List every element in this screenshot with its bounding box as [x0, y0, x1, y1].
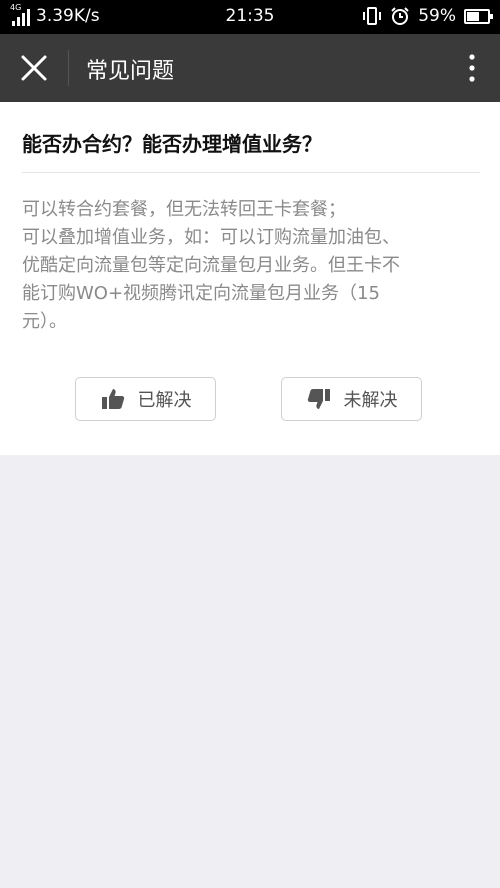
answer-line: 优酷定向流量包等定向流量包月业务。但王卡不 — [22, 255, 400, 276]
thumbs-down-icon — [307, 389, 330, 409]
faq-card: 能否办合约？能否办理增值业务？ 可以转合约套餐，但无法转回王卡套餐； 可以叠加增… — [0, 102, 500, 455]
page-title: 常见问题 — [86, 59, 175, 84]
unsolved-button[interactable]: 未解决 — [281, 377, 422, 421]
unsolved-label: 未解决 — [343, 390, 398, 411]
answer-line: 元）。 — [22, 311, 67, 332]
question-divider — [22, 172, 480, 173]
answer-line: 可以转合约套餐，但无法转回王卡套餐； — [22, 199, 346, 220]
solved-label: 已解决 — [137, 390, 192, 411]
alarm-icon — [391, 7, 409, 25]
battery-percent: 59% — [418, 6, 456, 26]
answer-line: 能订购WO+视频腾讯定向流量包月业务（15 — [22, 283, 380, 304]
vibrate-icon — [363, 7, 382, 25]
battery-icon — [464, 8, 493, 24]
faq-answer: 可以转合约套餐，但无法转回王卡套餐； 可以叠加增值业务，如：可以订购流量加油包、… — [22, 196, 482, 336]
answer-line: 可以叠加增值业务，如：可以订购流量加油包、 — [22, 227, 400, 248]
status-bar: 4G 3.39K/s 21:35 59% — [0, 0, 500, 34]
faq-question: 能否办合约？能否办理增值业务？ — [22, 132, 322, 156]
app-bar: 常见问题 — [0, 34, 500, 102]
status-right: 59% — [362, 6, 493, 26]
app-bar-divider — [68, 50, 69, 86]
solved-button[interactable]: 已解决 — [75, 377, 216, 421]
close-icon[interactable] — [14, 48, 54, 88]
more-menu-icon[interactable] — [462, 50, 482, 86]
thumbs-up-icon — [101, 389, 124, 409]
battery-fill — [467, 11, 479, 21]
